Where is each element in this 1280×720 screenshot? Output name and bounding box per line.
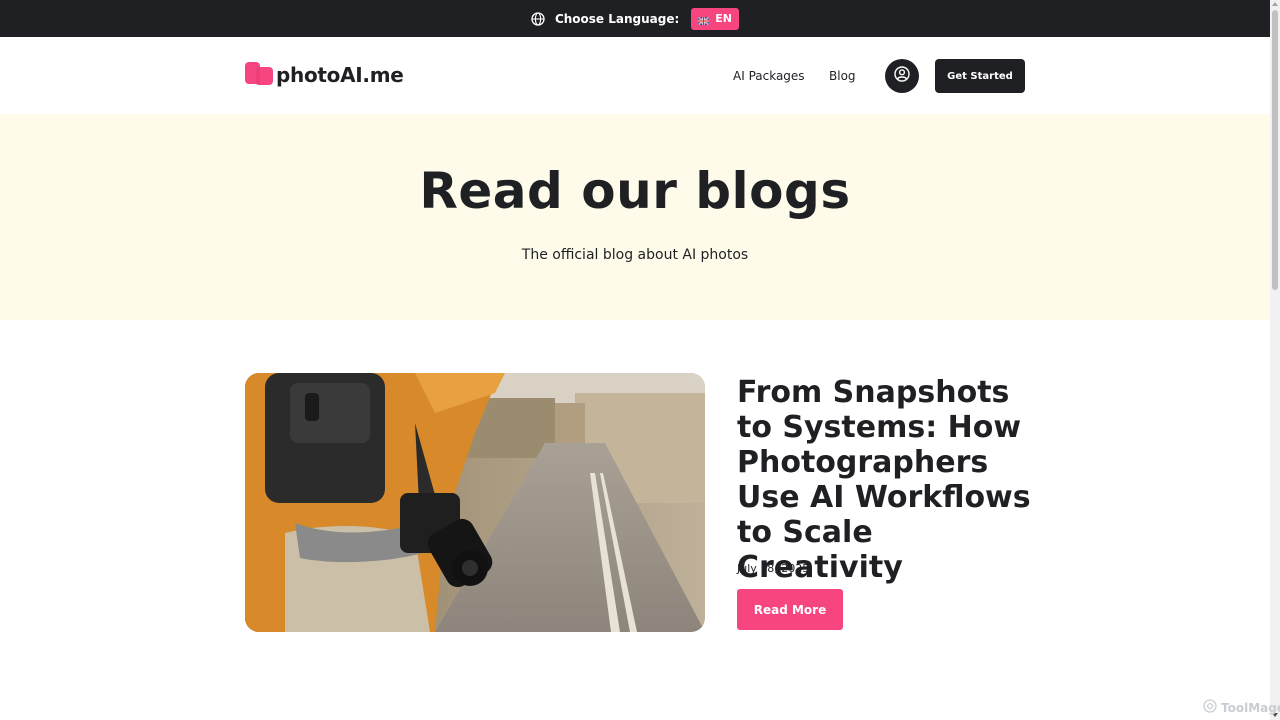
post-date: July 18, 2025 — [737, 562, 810, 575]
page-title: Read our blogs — [419, 162, 851, 220]
watermark-text: ToolMage — [1221, 700, 1280, 715]
account-button[interactable] — [885, 59, 919, 93]
post-title[interactable]: From Snapshots to Systems: How Photograp… — [737, 375, 1037, 585]
language-bar: Choose Language: EN — [0, 0, 1270, 37]
read-more-button[interactable]: Read More — [737, 589, 843, 630]
logo-text: photoAI.me — [276, 62, 404, 87]
watermark: ToolMage — [1203, 699, 1280, 716]
get-started-button[interactable]: Get Started — [935, 59, 1025, 93]
page-subtitle: The official blog about AI photos — [521, 247, 749, 263]
page-scrollbar[interactable] — [1270, 0, 1280, 720]
nav-blog[interactable]: Blog — [829, 69, 856, 83]
scroll-up-arrow-icon[interactable] — [1272, 2, 1278, 6]
user-circle-icon — [894, 66, 910, 86]
nav-ai-packages[interactable]: AI Packages — [733, 69, 805, 83]
language-label: Choose Language: — [554, 11, 680, 26]
watermark-logo-icon — [1203, 699, 1217, 716]
uk-flag-icon — [697, 15, 710, 26]
site-header: photoAI.me AI Packages Blog Get Started — [0, 37, 1270, 114]
scroll-thumb[interactable] — [1272, 10, 1278, 290]
globe-icon — [531, 11, 545, 26]
language-selector[interactable]: EN — [691, 7, 740, 30]
site-logo[interactable]: photoAI.me — [245, 62, 404, 87]
logo-mark-icon — [245, 62, 274, 87]
hero-section: Read our blogs The official blog about A… — [0, 114, 1270, 320]
language-code: EN — [715, 12, 733, 25]
post-image[interactable] — [245, 373, 705, 632]
